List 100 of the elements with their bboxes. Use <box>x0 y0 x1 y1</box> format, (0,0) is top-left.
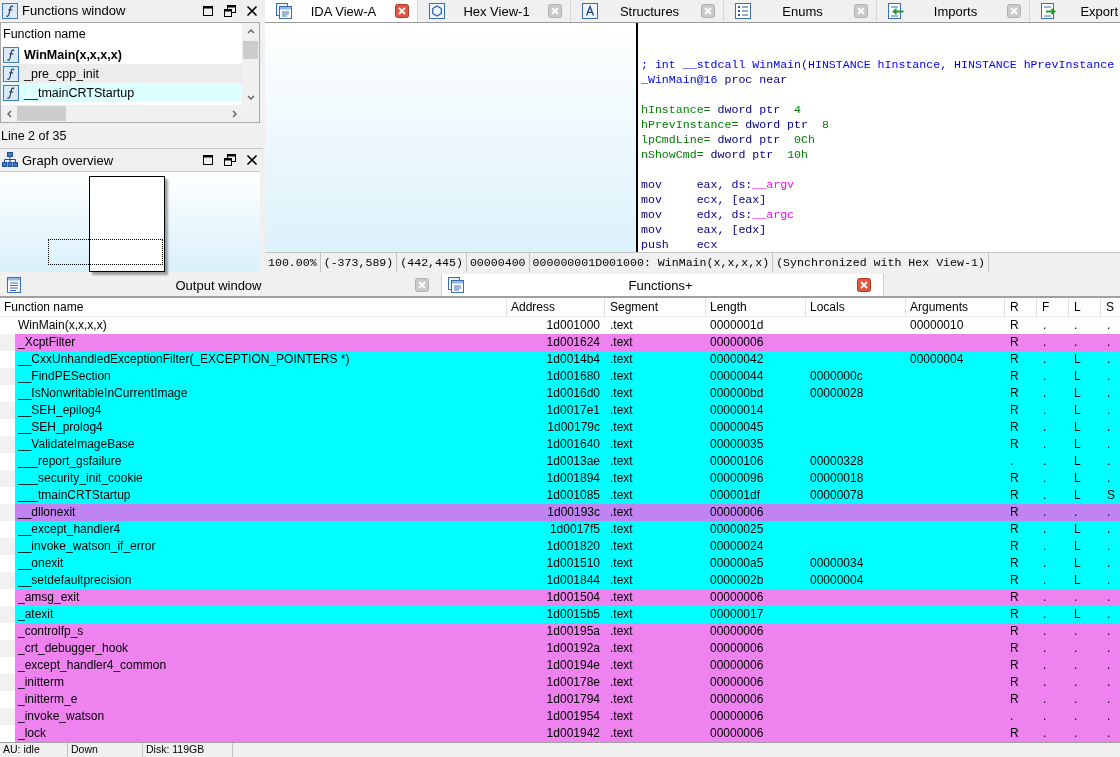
table-row[interactable]: __SEH_epilog4 1d0017e1 .text 00000014 R . L . <box>15 402 1120 419</box>
table-cell: 1d00194e <box>546 658 600 672</box>
table-cell: __FindPESection <box>18 369 111 383</box>
status-field: (442,445) <box>397 253 467 272</box>
table-cell: 1d001085 <box>546 488 600 502</box>
table-row[interactable]: ___tmainCRTStartup 1d001085 .text 000001df 00000078 R . L S <box>15 487 1120 504</box>
horizontal-scrollbar[interactable] <box>1 105 242 122</box>
table-cell: R <box>1010 641 1019 655</box>
row-gutter <box>0 538 15 555</box>
table-cell: . <box>1074 318 1078 332</box>
table-cell: .text <box>610 454 633 468</box>
table-cell: .text <box>610 437 633 451</box>
table-cell: 1d001000 <box>546 318 600 332</box>
close-icon[interactable] <box>246 4 258 17</box>
table-cell: 1d00179c <box>547 420 600 434</box>
scrollbar-thumb[interactable] <box>243 41 258 59</box>
table-cell: R <box>1010 522 1019 536</box>
table-cell: . <box>1043 454 1047 468</box>
table-row[interactable]: __FindPESection 1d001680 .text 00000044 0000000c R . L . <box>15 368 1120 385</box>
table-cell: 00000010 <box>910 318 964 332</box>
table-row[interactable]: __ValidateImageBase 1d001640 .text 00000035 R . L . <box>15 436 1120 453</box>
row-gutter <box>0 504 15 521</box>
table-cell: .text <box>610 658 633 672</box>
scrollbar-thumb[interactable] <box>17 106 66 121</box>
table-cell: 1d001942 <box>546 726 600 740</box>
table-cell: 00000006 <box>710 641 764 655</box>
table-cell: 00000106 <box>710 454 764 468</box>
maximize-icon[interactable] <box>202 4 214 17</box>
table-cell: . <box>1074 624 1078 638</box>
table-cell: __invoke_watson_if_error <box>18 539 156 553</box>
function-list-item[interactable]: _pre_cpp_init <box>1 64 242 83</box>
tab[interactable]: IDA View-A <box>265 0 418 22</box>
table-row[interactable]: _initterm 1d00178e .text 00000006 R . . . <box>15 674 1120 691</box>
table-cell: . <box>1107 403 1111 417</box>
table-cell: 1d001954 <box>546 709 600 723</box>
table-cell: ___tmainCRTStartup <box>18 488 131 502</box>
table-cell: . <box>1107 539 1111 553</box>
table-cell: 00000028 <box>810 386 864 400</box>
table-row[interactable]: __invoke_watson_if_error 1d001820 .text 00000024 R . L . <box>15 538 1120 555</box>
table-cell: R <box>1010 505 1019 519</box>
panel-title: Functions window <box>22 3 127 18</box>
table-cell: _XcptFilter <box>18 335 76 349</box>
table-cell: L <box>1074 539 1081 553</box>
row-gutter <box>0 402 15 419</box>
table-row[interactable]: _amsg_exit 1d001504 .text 00000006 R . . . <box>15 589 1120 606</box>
row-gutter <box>0 572 15 589</box>
code-line: push ecx <box>641 237 718 252</box>
code-line: hPrevInstance= dword ptr 8 <box>641 117 829 132</box>
table-row[interactable]: _invoke_watson 1d001954 .text 00000006 . . . . <box>15 708 1120 725</box>
maximize-icon[interactable] <box>202 154 214 166</box>
table-cell: . <box>1107 607 1111 621</box>
table-cell: . <box>1107 675 1111 689</box>
code-line: hInstance= dword ptr 4 <box>641 102 802 117</box>
function-icon <box>3 65 19 82</box>
close-icon[interactable] <box>246 154 258 166</box>
table-cell: .text <box>610 335 633 349</box>
table-cell: . <box>1074 658 1078 672</box>
table-cell: L <box>1074 607 1081 621</box>
table-row[interactable]: _controlfp_s 1d00195a .text 00000006 R . . . <box>15 623 1120 640</box>
table-cell: .text <box>610 641 633 655</box>
vertical-scrollbar[interactable] <box>242 23 259 105</box>
table-cell: _initterm <box>18 675 64 689</box>
restore-icon[interactable] <box>224 4 236 17</box>
table-cell: 00000017 <box>710 607 764 621</box>
table-row[interactable]: __SEH_prolog4 1d00179c .text 00000045 R . L . <box>15 419 1120 436</box>
table-cell: R <box>1010 369 1019 383</box>
table-cell: R <box>1010 692 1019 706</box>
table-row[interactable]: _crt_debugger_hook 1d00192a .text 00000006 R . . . <box>15 640 1120 657</box>
table-cell: . <box>1107 709 1111 723</box>
function-list-item[interactable]: __tmainCRTStartup <box>1 83 242 102</box>
table-cell: . <box>1043 505 1047 519</box>
table-cell: 00000014 <box>710 403 764 417</box>
table-row[interactable]: __IsNonwritableInCurrentImage 1d0016d0 .text 000000bd 00000028 R . L . <box>15 385 1120 402</box>
restore-icon[interactable] <box>224 154 236 166</box>
table-cell: R <box>1010 590 1019 604</box>
table-row[interactable]: __dllonexit 1d00193c .text 00000006 R . . . <box>15 504 1120 521</box>
table-row[interactable]: __setdefaultprecision 1d001844 .text 0000002b 00000004 R . L . <box>15 572 1120 589</box>
table-cell: R <box>1010 437 1019 451</box>
table-cell: . <box>1043 522 1047 536</box>
table-row[interactable]: _initterm_e 1d001794 .text 00000006 R . . . <box>15 691 1120 708</box>
table-row[interactable]: __CxxUnhandledExceptionFilter(_EXCEPTION_POINTERS *) 1d0014b4 .text 00000042 00000004 R . L . <box>15 351 1120 368</box>
table-cell: . <box>1074 726 1078 740</box>
table-cell: . <box>1010 454 1014 468</box>
table-cell: 00000024 <box>710 539 764 553</box>
table-cell: . <box>1043 607 1047 621</box>
table-cell: . <box>1043 658 1047 672</box>
table-row[interactable]: ___security_init_cookie 1d001894 .text 00000096 00000018 R . L . <box>15 470 1120 487</box>
table-cell: . <box>1074 675 1078 689</box>
tab[interactable]: Functions+ <box>442 274 884 296</box>
column-header[interactable]: Function name <box>1 23 242 45</box>
table-row[interactable]: __onexit 1d001510 .text 000000a5 00000034 R . L . <box>15 555 1120 572</box>
viewport-frame[interactable] <box>48 239 163 265</box>
table-row[interactable]: _atexit 1d0015b5 .text 00000017 R . L . <box>15 606 1120 623</box>
table-cell: 1d0017f5 <box>549 522 600 536</box>
table-cell: .text <box>610 403 633 417</box>
table-row[interactable]: _except_handler4_common 1d00194e .text 00000006 R . . . <box>15 657 1120 674</box>
table-row[interactable]: ___report_gsfailure 1d0013ae .text 00000106 00000328 . . L . <box>15 453 1120 470</box>
table-row[interactable]: _XcptFilter 1d001624 .text 00000006 R . . . <box>15 334 1120 351</box>
table-row[interactable]: _lock 1d001942 .text 00000006 R . . . <box>15 725 1120 742</box>
table-row[interactable]: __except_handler4 1d0017f5 .text 00000025 R . L . <box>15 521 1120 538</box>
